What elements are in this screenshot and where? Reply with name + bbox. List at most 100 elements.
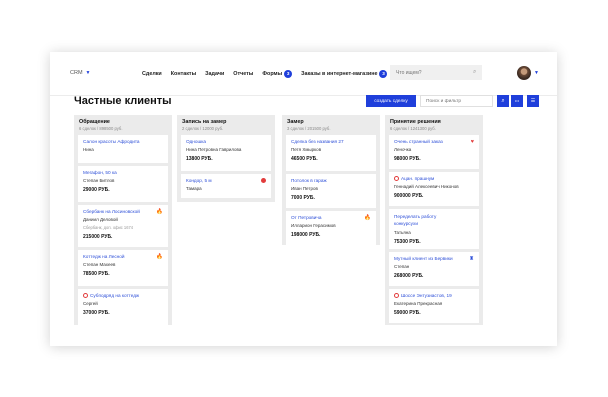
search-icon[interactable]: ⌕ bbox=[473, 69, 476, 76]
filter-input[interactable] bbox=[420, 95, 493, 107]
deal-card[interactable]: 🔥 От Петровича Илларион Герасимов 198000… bbox=[286, 211, 376, 245]
deal-title[interactable]: Мутный клиент из Бервики bbox=[394, 256, 474, 261]
heart-icon: ♥ bbox=[470, 139, 474, 145]
deal-title[interactable]: Салон красоты Афродита bbox=[83, 139, 163, 144]
deal-title[interactable]: Переделать работу конкурсухи bbox=[394, 213, 452, 227]
deal-card[interactable]: Ацан. прашнум Геннадий Алексеевич Никоно… bbox=[389, 172, 479, 206]
contact-name: Екатерина Прекрасная bbox=[394, 301, 443, 307]
deal-card[interactable]: Переделать работу конкурсухи Татьяна 753… bbox=[389, 209, 479, 249]
deal-card[interactable]: Мегафон, 50 ка Степан Битлов 29000 РУБ. bbox=[78, 166, 168, 202]
deal-card[interactable]: Кондор, 5 м Тамара bbox=[181, 174, 271, 198]
top-bar: CRM ▼ Сделки Контакты Задачи Отчеты Формы… bbox=[50, 52, 557, 96]
alert-icon bbox=[83, 293, 88, 298]
chevron-down-icon: ▼ bbox=[85, 70, 91, 76]
deal-title[interactable]: Кондор, 5 м bbox=[186, 178, 266, 183]
count-badge: 3 bbox=[379, 70, 388, 78]
search-icon: ⌕ bbox=[501, 98, 505, 104]
deal-card[interactable]: 🔥 Сбербанк на Лосиновской Даниил Деловой… bbox=[78, 205, 168, 247]
contact-name: Степан Махеев bbox=[83, 262, 116, 267]
stage-column: Обращение 6 сделок / 898500 руб. Салон к… bbox=[74, 115, 172, 325]
deal-card[interactable]: Одношка Нина Петровна Гаврилова 13800 РУ… bbox=[181, 135, 271, 171]
company-note: Сбербанк, доп. офис 1674 bbox=[83, 225, 134, 230]
contact-name: Петя Хмырков bbox=[291, 147, 322, 152]
nav-label: Формы bbox=[262, 71, 283, 77]
nav-forms[interactable]: Формы 3 bbox=[262, 70, 293, 78]
search-button[interactable]: ⌕ bbox=[497, 95, 509, 107]
sliders-icon: ☰ bbox=[530, 98, 536, 104]
nav-reports[interactable]: Отчеты bbox=[233, 70, 253, 78]
column-title: Принятие решения bbox=[390, 119, 441, 125]
contact-name: Иван Петров bbox=[291, 186, 318, 191]
deal-card[interactable]: ♜ Мутный клиент из Бервики Степан 268000… bbox=[389, 252, 479, 286]
page-title: Частные клиенты bbox=[74, 95, 172, 107]
nav-deals[interactable]: Сделки bbox=[142, 70, 162, 78]
deal-card[interactable]: Потолок в гараж Иван Петров 7000 РУБ. bbox=[286, 174, 376, 208]
board-settings-button[interactable]: ☰ bbox=[527, 95, 539, 107]
alert-icon bbox=[394, 293, 399, 298]
global-search-input[interactable] bbox=[390, 65, 482, 80]
deal-title-row[interactable]: Субподряд на коттедж bbox=[83, 293, 163, 298]
nav-label: Контакты bbox=[170, 71, 197, 77]
deal-card[interactable]: Сделка без названия 27 Петя Хмырков 4650… bbox=[286, 135, 376, 171]
deal-title[interactable]: Шоссе Энтузиастов, 19 bbox=[401, 293, 452, 298]
deal-card[interactable]: ♥ Очень странный заказ Леночка 98000 РУБ… bbox=[389, 135, 479, 169]
deal-title-row[interactable]: Ацан. прашнум bbox=[394, 176, 474, 181]
chevron-down-icon[interactable]: ▼ bbox=[534, 70, 539, 76]
deal-card[interactable]: 🔥 Коттедж на Лесной Степан Махеев 78500 … bbox=[78, 250, 168, 286]
stage-column: Запись на замер 2 сделок / 12000 руб. Од… bbox=[177, 115, 275, 202]
contact-name: Тамара bbox=[186, 186, 202, 191]
nav-shop-orders[interactable]: Заказы в интернет-магазине 3 bbox=[301, 70, 388, 78]
more-button[interactable]: ••• bbox=[511, 95, 523, 107]
nav-label: Заказы в интернет-магазине bbox=[301, 71, 378, 77]
deal-title[interactable]: Коттедж на Лесной bbox=[83, 254, 163, 259]
fire-icon: 🔥 bbox=[364, 215, 371, 221]
column-title: Запись на замер bbox=[182, 119, 227, 125]
column-title: Обращение bbox=[79, 119, 110, 125]
contact-name: Степан bbox=[394, 264, 410, 269]
column-summary: 2 сделок / 12000 руб. bbox=[182, 126, 224, 131]
deal-card[interactable]: Шоссе Энтузиастов, 19 Екатерина Прекрасн… bbox=[389, 289, 479, 323]
contact-name: Леночка bbox=[394, 147, 412, 152]
deal-title[interactable]: Потолок в гараж bbox=[291, 178, 371, 183]
column-summary: 3 сделок / 201500 руб. bbox=[287, 126, 331, 131]
more-icon: ••• bbox=[514, 98, 520, 103]
deal-card[interactable]: Субподряд на коттедж Сергей 37000 РУБ. bbox=[78, 289, 168, 325]
deal-amount: 13800 РУБ. bbox=[186, 156, 213, 162]
deal-title[interactable]: Одношка bbox=[186, 139, 266, 144]
bottle-icon: ♜ bbox=[469, 256, 474, 262]
nav-label: Сделки bbox=[142, 71, 162, 77]
deal-title[interactable]: Мегафон, 50 ка bbox=[83, 170, 163, 175]
deal-title[interactable]: Сбербанк на Лосиновской bbox=[83, 209, 163, 214]
create-deal-button[interactable]: создать сделку bbox=[366, 95, 416, 107]
deal-amount: 7000 РУБ. bbox=[291, 195, 315, 201]
column-summary: 6 сделок / 898500 руб. bbox=[79, 126, 123, 131]
contact-name: Нина bbox=[83, 147, 94, 152]
avatar[interactable] bbox=[517, 66, 531, 80]
contact-name: Татьяна bbox=[394, 230, 411, 235]
deal-amount: 29000 РУБ. bbox=[83, 187, 110, 193]
fire-icon: 🔥 bbox=[156, 254, 163, 260]
overdue-dot-icon bbox=[261, 178, 266, 185]
deal-title[interactable]: Очень странный заказ bbox=[394, 139, 474, 144]
fire-icon: 🔥 bbox=[156, 209, 163, 215]
deal-title[interactable]: Ацан. прашнум bbox=[401, 176, 434, 181]
stage-column: Принятие решения 6 сделок / 1241300 руб.… bbox=[385, 115, 483, 325]
deal-title[interactable]: Сделка без названия 27 bbox=[291, 139, 371, 144]
deal-title-row[interactable]: Шоссе Энтузиастов, 19 bbox=[394, 293, 474, 298]
crm-label: CRM bbox=[70, 70, 83, 76]
column-summary: 6 сделок / 1241300 руб. bbox=[390, 126, 436, 131]
deal-amount: 37000 РУБ. bbox=[83, 310, 110, 317]
deal-title[interactable]: Субподряд на коттедж bbox=[90, 293, 139, 298]
deal-amount: 75300 РУБ. bbox=[394, 239, 421, 245]
deal-amount: 46500 РУБ. bbox=[291, 156, 318, 162]
contact-name: Сергей bbox=[83, 301, 98, 307]
column-title: Замер bbox=[287, 119, 304, 125]
deal-card[interactable]: Салон красоты Афродита Нина bbox=[78, 135, 168, 163]
deal-title[interactable]: От Петровича bbox=[291, 215, 371, 220]
contact-name: Геннадий Алексеевич Никонов bbox=[394, 184, 459, 190]
nav-tasks[interactable]: Задачи bbox=[205, 70, 224, 78]
contact-name: Степан Битлов bbox=[83, 178, 115, 183]
contact-name: Нина Петровна Гаврилова bbox=[186, 147, 242, 152]
crm-switcher[interactable]: CRM ▼ bbox=[70, 70, 90, 76]
nav-contacts[interactable]: Контакты bbox=[171, 70, 196, 78]
